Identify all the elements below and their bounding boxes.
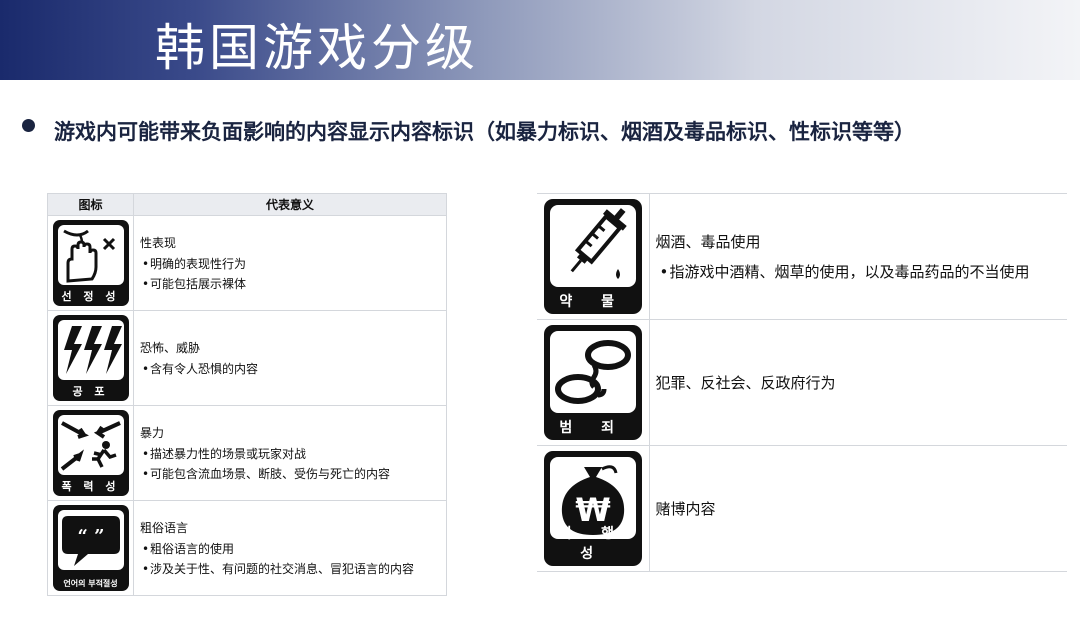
fear-lightning-icon: 공 포 (52, 315, 129, 401)
row-title: 恐怖、威胁 (140, 340, 201, 355)
table-row: “ ” 언어의 부적절성 粗俗语言 粗俗语言的使用 涉及关于性、有问题的社交消息… (47, 500, 447, 596)
list-item: 明确的表现性行为 (140, 254, 440, 274)
language-speech-bubble-icon: “ ” 언어의 부적절성 (52, 505, 129, 591)
header-icon: 图标 (47, 193, 134, 216)
left-rating-table: 图标 代表意义 선 정 성 性表现 明确的表现性行为 可能包括展示裸体 (47, 193, 447, 596)
list-item: 可能包括展示裸体 (140, 274, 440, 294)
row-title: 性表现 (140, 235, 177, 250)
table-row: 폭 력 성 暴力 描述暴力性的场景或玩家对战 可能包含流血场景、断肢、受伤与死亡… (47, 405, 447, 501)
icon-label: 약 물 (559, 294, 627, 310)
table-row: 약 물 烟酒、毒品使用 指游戏中酒精、烟草的使用，以及毒品药品的不当使用 (537, 193, 1067, 320)
row-title: 粗俗语言 (140, 520, 189, 535)
table-row: 선 정 성 性表现 明确的表现性行为 可能包括展示裸体 (47, 215, 447, 311)
table-row: 공 포 恐怖、威胁 含有令人恐惧的内容 (47, 310, 447, 406)
table-row: 범 죄 犯罪、反社会、反政府行为 (537, 319, 1067, 446)
bullet-dot (22, 119, 35, 132)
drugs-syringe-icon: 약 물 (543, 199, 642, 314)
list-item: 涉及关于性、有问题的社交消息、冒犯语言的内容 (140, 559, 440, 579)
sexual-content-hand-icon: 선 정 성 (52, 220, 129, 306)
bullet-text: 游戏内可能带来负面影响的内容显示内容标识（如暴力标识、烟酒及毒品标识、性标识等等… (54, 119, 915, 144)
header-meaning: 代表意义 (133, 193, 447, 216)
table-header-row: 图标 代表意义 (47, 193, 447, 216)
list-item: 粗俗语言的使用 (140, 539, 440, 559)
list-item: 描述暴力性的场景或玩家对战 (140, 444, 440, 464)
crime-handcuffs-icon: 범 죄 (543, 325, 642, 440)
list-item: 指游戏中酒精、烟草的使用，以及毒品药品的不当使用 (656, 257, 1062, 287)
svg-text:“ ”: “ ” (77, 526, 104, 547)
list-item: 可能包含流血场景、断肢、受伤与死亡的内容 (140, 464, 440, 484)
row-title: 犯罪、反社会、反政府行为 (655, 373, 836, 392)
icon-label: 공 포 (72, 385, 109, 398)
row-title: 赌博内容 (655, 499, 716, 518)
right-rating-table: 약 물 烟酒、毒品使用 指游戏中酒精、烟草的使用，以及毒品药品的不当使用 범 죄 (537, 193, 1067, 572)
icon-label: 범 죄 (559, 420, 627, 436)
slide-title: 韩国游戏分级 (155, 19, 479, 77)
list-item: 含有令人恐惧的内容 (140, 359, 440, 379)
violence-arrows-runner-icon: 폭 력 성 (52, 410, 129, 496)
icon-label: 사 행 성 (559, 526, 627, 562)
gambling-money-bag-icon: ₩ 사 행 성 (543, 451, 642, 566)
row-title: 烟酒、毒品使用 (655, 232, 761, 251)
icon-label: 선 정 성 (61, 290, 120, 303)
row-title: 暴力 (140, 425, 165, 440)
icon-label: 언어의 부적절성 (63, 579, 118, 588)
icon-label: 폭 력 성 (61, 480, 120, 493)
table-row: ₩ 사 행 성 赌博内容 (537, 445, 1067, 572)
